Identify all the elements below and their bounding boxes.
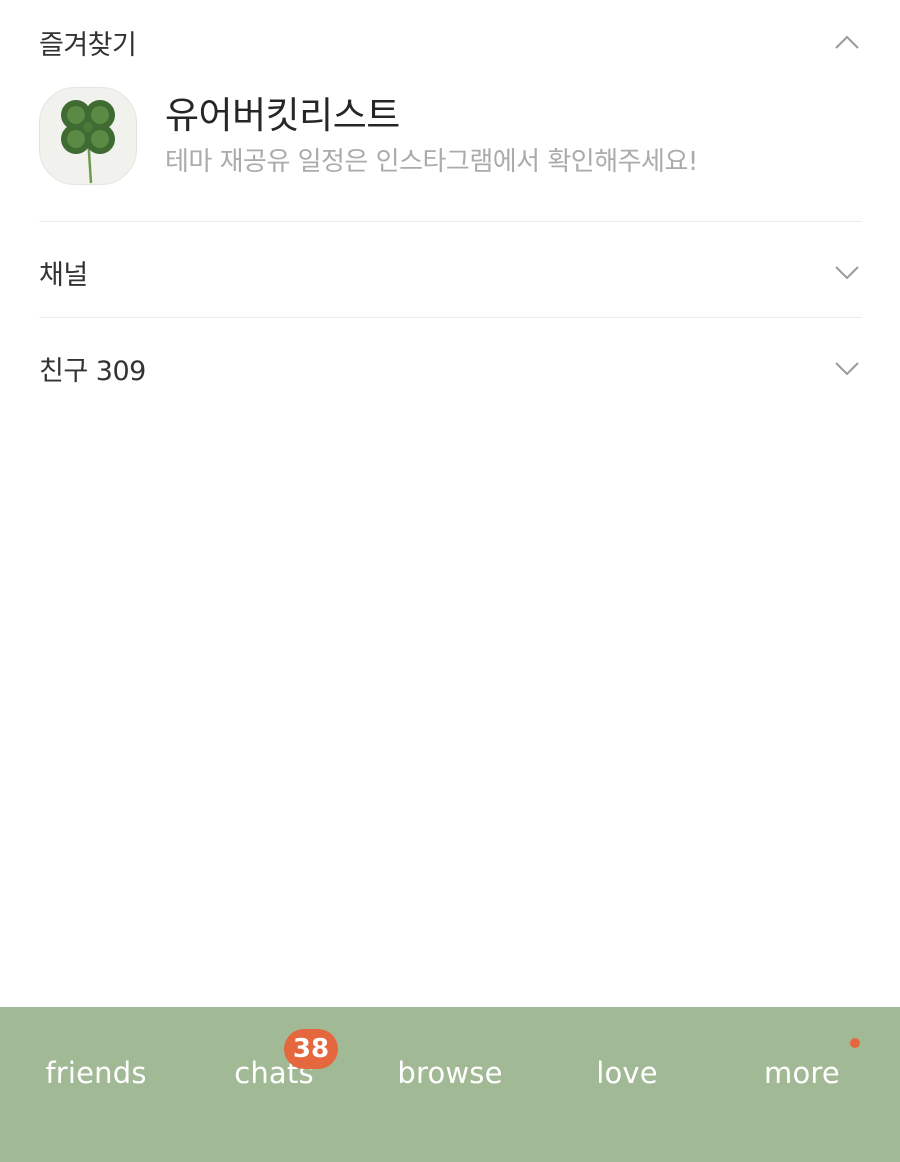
chats-unread-badge: 38: [284, 1029, 338, 1069]
profile-status-message: 테마 재공유 일정은 인스타그램에서 확인해주세요!: [165, 147, 698, 177]
chevron-down-icon[interactable]: [832, 353, 862, 383]
chevron-up-icon[interactable]: [832, 27, 862, 57]
tab-friends[interactable]: friends: [6, 1045, 186, 1101]
channel-section-header[interactable]: 채널: [39, 250, 862, 294]
friends-section-header[interactable]: 친구 309: [39, 346, 862, 390]
divider: [39, 317, 862, 318]
favorites-title: 즐겨찾기: [39, 29, 137, 61]
chevron-down-icon[interactable]: [832, 257, 862, 287]
divider: [39, 221, 862, 222]
tab-love[interactable]: love: [537, 1045, 717, 1101]
bottom-tab-bar: friends chats browse love more: [0, 1007, 900, 1162]
favorites-section-header[interactable]: 즐겨찾기: [39, 20, 862, 64]
profile-avatar[interactable]: [39, 87, 137, 185]
profile-name: 유어버킷리스트: [165, 94, 400, 137]
tab-more[interactable]: more: [712, 1045, 892, 1101]
more-notification-dot: [850, 1038, 860, 1048]
tab-browse[interactable]: browse: [360, 1045, 540, 1101]
four-leaf-clover-icon: [61, 100, 115, 184]
favorite-profile-item[interactable]: 유어버킷리스트 테마 재공유 일정은 인스타그램에서 확인해주세요!: [39, 87, 862, 185]
friends-title: 친구 309: [39, 355, 146, 387]
channel-title: 채널: [39, 259, 88, 291]
